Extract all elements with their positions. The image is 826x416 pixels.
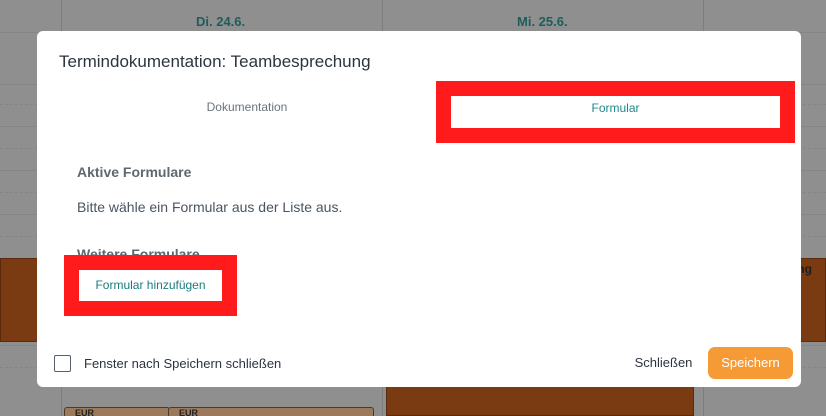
tab-form[interactable]: Formular [451,96,780,128]
close-button[interactable]: Schließen [628,347,699,379]
calendar-tag[interactable]: EUR [64,407,170,416]
active-forms-hint: Bitte wähle ein Formular aus der Liste a… [77,199,343,215]
add-form-button[interactable]: Formular hinzufügen [79,270,222,301]
calendar-tag[interactable]: EUR [168,407,374,416]
calendar-event[interactable] [386,386,694,416]
calendar-day-header: Mi. 25.6. [517,14,568,29]
close-after-save-checkbox[interactable] [54,355,71,372]
save-button[interactable]: Speichern [708,347,793,379]
tab-documentation[interactable]: Dokumentation [37,89,457,129]
close-after-save-label[interactable]: Fenster nach Speichern schließen [84,356,281,371]
dialog-title: Termindokumentation: Teambesprechung [59,52,371,71]
documentation-dialog: Termindokumentation: Teambesprechung Dok… [37,31,801,387]
calendar-day-header: Di. 24.6. [196,14,246,29]
active-forms-heading: Aktive Formulare [77,164,192,180]
